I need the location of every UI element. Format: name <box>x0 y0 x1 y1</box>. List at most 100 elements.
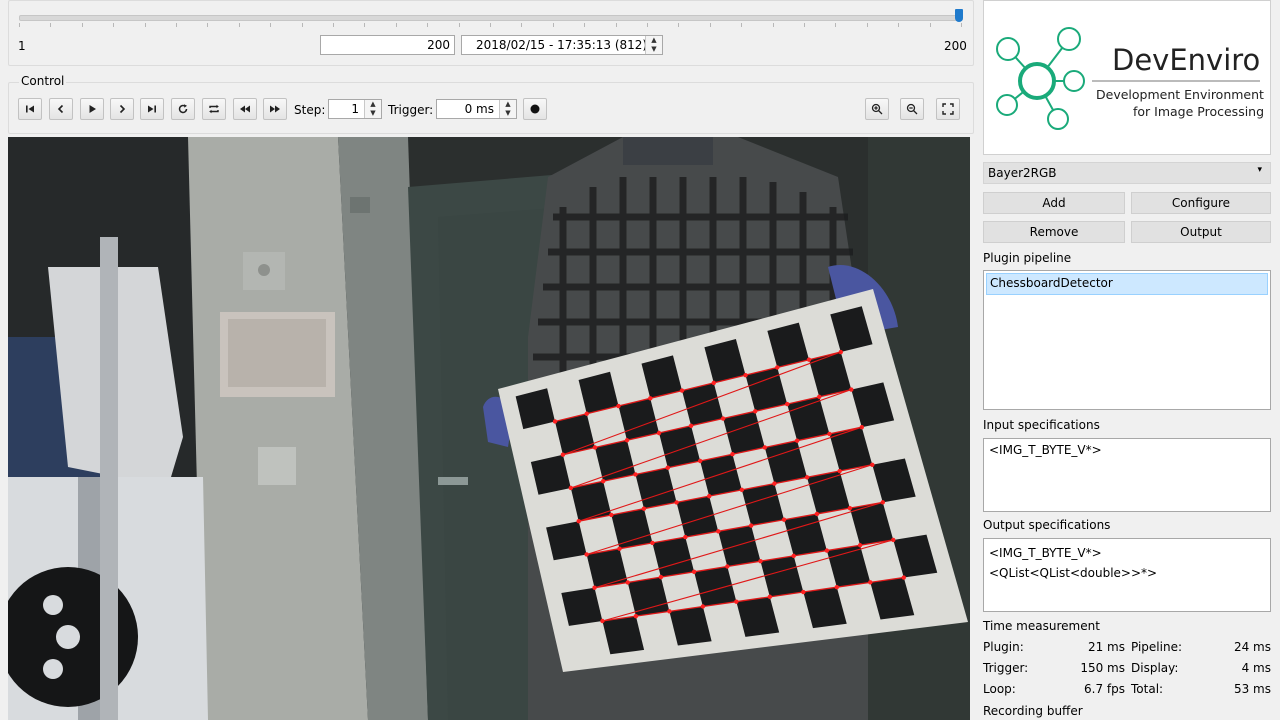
trigger-spinbox[interactable]: 0 ms ▲ ▼ <box>436 99 517 119</box>
detected-corner <box>801 589 806 595</box>
first-frame-button[interactable] <box>18 98 42 120</box>
timeline-slider[interactable] <box>19 15 963 21</box>
detected-corner <box>817 394 822 400</box>
first-frame-icon <box>26 105 34 113</box>
timeline-max-label: 200 <box>944 39 967 53</box>
timestamp-spinner[interactable]: ▲ ▼ <box>645 36 662 54</box>
detected-corner <box>609 512 614 518</box>
time-label: Loop: <box>983 682 1016 696</box>
spin-up-icon[interactable]: ▲ <box>365 100 381 109</box>
time-label: Pipeline: <box>1131 640 1183 654</box>
step-label: Step: <box>294 103 326 117</box>
time-label: Display: <box>1131 661 1179 675</box>
time-value: 53 ms <box>1233 682 1271 696</box>
detected-corner <box>683 534 688 540</box>
timeline-tick <box>176 23 177 27</box>
timeline-tick <box>521 23 523 27</box>
step-spinner[interactable]: ▲ ▼ <box>364 100 381 118</box>
plugin-select[interactable]: Bayer2RGB ▾ <box>983 162 1271 184</box>
detected-corner <box>656 430 662 436</box>
next-frame-button[interactable] <box>110 98 134 120</box>
detected-corner <box>617 546 622 551</box>
output-button[interactable]: Output <box>1131 221 1271 243</box>
detected-corner <box>758 558 763 564</box>
devenviro-logo-icon <box>996 27 1260 130</box>
last-frame-icon <box>148 105 156 113</box>
frame-number-field[interactable]: 200 <box>320 35 455 55</box>
timeline-tick <box>301 23 303 27</box>
spin-up-icon[interactable]: ▲ <box>646 36 662 45</box>
detected-corner <box>847 505 853 511</box>
record-icon <box>530 104 540 114</box>
detected-corner <box>576 519 581 524</box>
timeline-tick <box>364 23 366 27</box>
time-value: 6.7 fps <box>1084 682 1125 696</box>
detected-corner <box>592 585 597 590</box>
rewind-button[interactable] <box>233 98 257 120</box>
spin-down-icon[interactable]: ▼ <box>646 45 662 54</box>
detected-corner <box>568 485 574 491</box>
detected-corner <box>734 599 739 604</box>
timeline-tick <box>929 23 931 27</box>
trigger-spinner[interactable]: ▲ ▼ <box>499 100 516 118</box>
pipeline-item-label: ChessboardDetector <box>990 276 1113 290</box>
timeline-tick <box>113 23 115 27</box>
reload-button[interactable] <box>171 98 195 120</box>
fast-forward-button[interactable] <box>263 98 287 120</box>
spin-down-icon[interactable]: ▼ <box>365 109 381 118</box>
detected-corner <box>592 445 598 450</box>
detected-corner <box>752 409 758 414</box>
step-spinbox[interactable]: 1 ▲ ▼ <box>328 99 382 119</box>
time-label: Total: <box>1131 682 1164 696</box>
input-specifications-title: Input specifications <box>983 418 1100 432</box>
list-item[interactable]: ChessboardDetector <box>986 273 1268 295</box>
zoom-out-icon <box>906 103 918 115</box>
timeline-tick <box>804 23 805 27</box>
zoom-in-button[interactable] <box>865 98 889 120</box>
plugin-pipeline-list[interactable]: ChessboardDetector <box>983 270 1271 410</box>
loop-button[interactable] <box>202 98 226 120</box>
loop-icon <box>209 104 219 114</box>
timeline-tick <box>207 23 209 27</box>
play-button[interactable] <box>80 98 104 120</box>
timestamp-value: 2018/02/15 - 17:35:13 (812) <box>476 38 648 52</box>
record-button[interactable] <box>523 98 547 120</box>
input-spec-line: <IMG_T_BYTE_V*> <box>989 443 1102 457</box>
spin-down-icon[interactable]: ▼ <box>500 109 516 118</box>
chevron-down-icon: ▾ <box>1257 165 1262 175</box>
time-row: Plugin: 21 ms Pipeline: 24 ms <box>983 640 1273 661</box>
timeline-tick <box>270 23 272 27</box>
timestamp-field[interactable]: 2018/02/15 - 17:35:13 (812) ▲ ▼ <box>461 35 663 55</box>
detected-corner <box>679 388 685 393</box>
image-viewer[interactable] <box>8 137 970 720</box>
fast-forward-icon <box>270 105 280 113</box>
timeline-tick <box>961 23 962 27</box>
devenviro-logo-box: DevEnviro Development Environment for Im… <box>983 0 1271 155</box>
timeline-tick <box>144 23 146 27</box>
play-icon <box>89 105 96 113</box>
previous-frame-button[interactable] <box>49 98 73 120</box>
detected-corner <box>739 487 745 493</box>
add-button[interactable]: Add <box>983 192 1125 214</box>
time-value: 150 ms <box>1080 661 1125 675</box>
logo-subtitle-line1: Development Environment <box>1096 87 1264 102</box>
zoom-out-button[interactable] <box>900 98 924 120</box>
detected-corner <box>625 580 630 585</box>
output-spec-line: <QList<QList<double>>*> <box>989 566 1158 580</box>
detected-corner <box>667 609 672 614</box>
spin-up-icon[interactable]: ▲ <box>500 100 516 109</box>
detected-corner <box>762 445 767 450</box>
timeline-tick <box>615 23 617 27</box>
input-specifications-box[interactable]: <IMG_T_BYTE_V*> <box>983 438 1271 512</box>
camera-frame-image <box>8 137 970 720</box>
detected-corner <box>804 475 810 480</box>
detected-corner <box>730 452 735 457</box>
output-specifications-box[interactable]: <IMG_T_BYTE_V*> <QList<QList<double>>*> <box>983 538 1271 612</box>
configure-button[interactable]: Configure <box>1131 192 1271 214</box>
last-frame-button[interactable] <box>140 98 164 120</box>
timeline-slider-handle[interactable] <box>955 9 963 22</box>
output-specifications-title: Output specifications <box>983 518 1111 532</box>
fit-to-window-button[interactable] <box>936 98 960 120</box>
remove-button[interactable]: Remove <box>983 221 1125 243</box>
time-value: 24 ms <box>1233 640 1271 654</box>
